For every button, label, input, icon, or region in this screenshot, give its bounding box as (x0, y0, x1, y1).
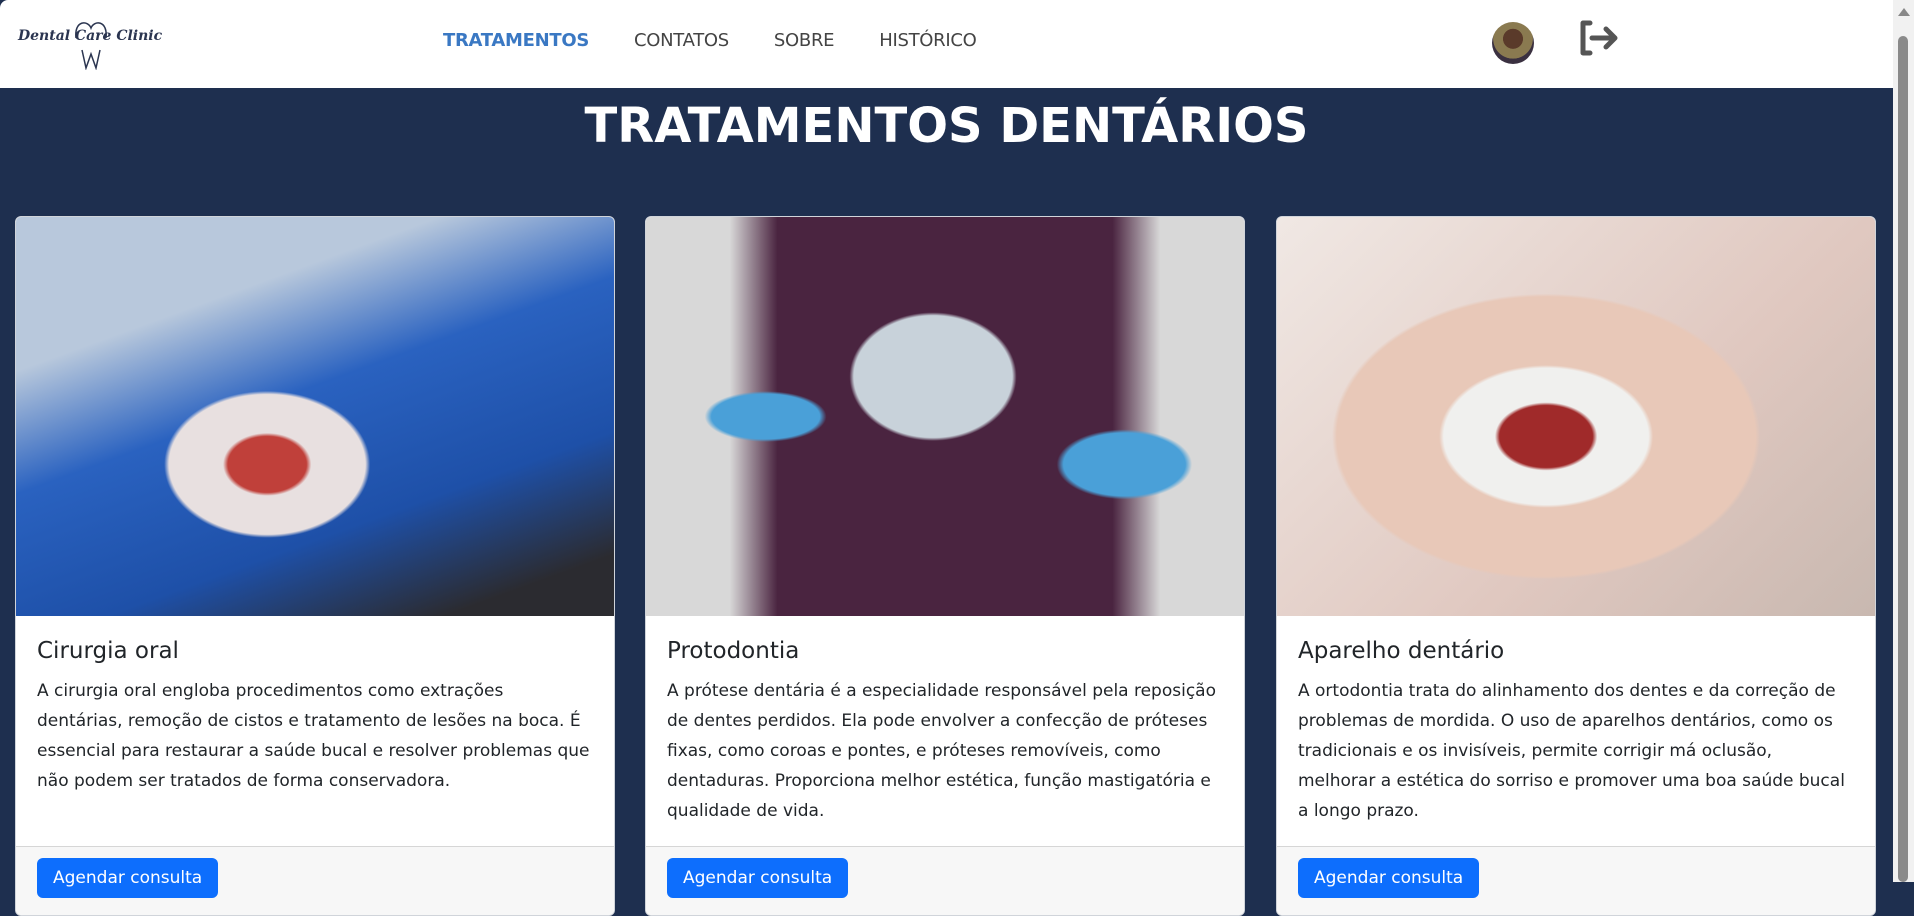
logout-icon[interactable] (1578, 20, 1620, 56)
card-title: Aparelho dentário (1298, 638, 1505, 664)
card-text: A prótese dentária é a especialidade res… (667, 681, 1216, 821)
card-image (16, 217, 614, 616)
schedule-button[interactable]: Agendar consulta (37, 858, 219, 898)
card-text: A cirurgia oral engloba procedimentos co… (37, 681, 590, 791)
logo[interactable]: Dental Care Clinic (16, 18, 166, 71)
tooth-icon (75, 22, 107, 71)
treatment-card: Aparelho dentário A ortodontia trata do … (1276, 216, 1876, 916)
page-title: TRATAMENTOS DENTÁRIOS (584, 98, 1309, 154)
main-nav: TRATAMENTOS CONTATOS SOBRE HISTÓRICO (443, 30, 977, 51)
card-text: A ortodontia trata do alinhamento dos de… (1298, 681, 1845, 821)
scroll-up-icon[interactable] (1898, 8, 1910, 16)
nav-tratamentos[interactable]: TRATAMENTOS (443, 30, 589, 51)
scrollbar[interactable] (1893, 0, 1914, 882)
card-title: Cirurgia oral (37, 638, 179, 664)
treatment-card: Protodontia A prótese dentária é a espec… (645, 216, 1245, 916)
card-footer: Agendar consulta (1277, 846, 1875, 915)
schedule-button[interactable]: Agendar consulta (1298, 858, 1480, 898)
nav-sobre[interactable]: SOBRE (774, 30, 835, 51)
logo-text: Dental Care Clinic (18, 28, 163, 44)
scrollbar-thumb[interactable] (1898, 36, 1908, 882)
card-image (1277, 217, 1875, 616)
avatar[interactable] (1492, 22, 1534, 64)
schedule-button[interactable]: Agendar consulta (667, 858, 849, 898)
treatment-card: Cirurgia oral A cirurgia oral engloba pr… (15, 216, 615, 916)
card-footer: Agendar consulta (16, 846, 614, 915)
card-image (646, 217, 1244, 616)
card-title: Protodontia (667, 638, 800, 664)
navbar: Dental Care Clinic TRATAMENTOS CONTATOS … (0, 0, 1893, 88)
nav-historico[interactable]: HISTÓRICO (879, 30, 977, 51)
nav-contatos[interactable]: CONTATOS (634, 30, 729, 51)
card-footer: Agendar consulta (646, 846, 1244, 915)
